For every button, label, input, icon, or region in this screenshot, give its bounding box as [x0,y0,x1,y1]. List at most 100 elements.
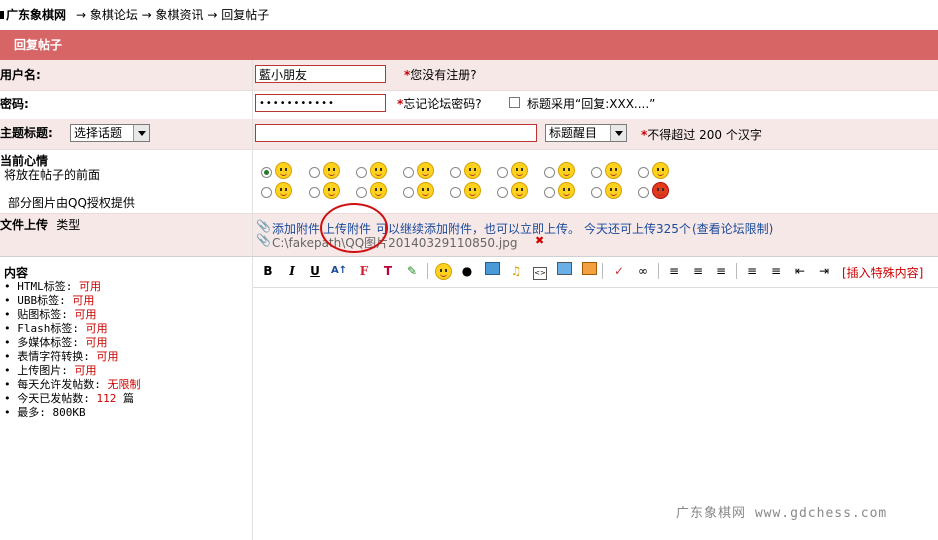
indent-icon[interactable]: ⇥ [815,262,833,280]
mood-radio[interactable] [450,187,461,198]
username-input[interactable] [255,65,386,83]
font-color-icon[interactable]: T [379,262,397,280]
content-info-item: • 今天已发帖数: 112 篇 [4,392,141,406]
mood-emoticon-icon [605,182,622,199]
watermark: 广东象棋网 www.gdchess.com [676,506,888,521]
content-info-label: 多媒体标签: [17,336,79,349]
highlight-icon[interactable]: ✎ [403,262,421,280]
bullet-icon: • [4,392,18,405]
subject-input[interactable] [255,124,537,142]
attached-file-path: C:\fakepath\QQ图片20140329110850.jpg [272,236,518,250]
breadcrumb: 广东象棋网 → 象棋论坛 → 象棋资讯 → 回复帖子 [0,0,938,30]
underline-icon[interactable]: U [306,262,324,280]
font-size-icon[interactable]: F [355,262,373,280]
image-icon[interactable] [483,262,501,280]
mood-radio[interactable] [356,187,367,198]
bullet-icon: • [4,308,18,321]
breadcrumb-path[interactable]: → 象棋论坛 → 象棋资讯 → 回复帖子 [76,0,269,30]
mood-radio[interactable] [591,167,602,178]
content-info-value: 可用 [74,364,97,377]
mood-emoticon-icon [464,182,481,199]
outdent-icon[interactable]: ⇤ [791,262,809,280]
delete-file-icon[interactable]: ✖ [535,234,544,247]
mood-emoticon-icon [652,162,669,179]
bold-icon[interactable]: B [259,262,277,280]
bullet-icon: • [4,378,18,391]
html-code-icon[interactable]: <> [531,262,549,280]
content-info-label: 今天已发帖数: [17,392,90,405]
mood-emoticon-icon [323,182,340,199]
mood-radio[interactable] [403,167,414,178]
content-info-label: 每天允许发帖数: [17,378,101,391]
media-icon[interactable] [555,262,573,280]
mood-radio[interactable] [403,187,414,198]
mood-emoticon-icon [370,182,387,199]
mood-desc-1: 将放在帖子的前面 [4,168,101,182]
table-icon[interactable] [580,262,598,280]
mood-emoticon-icon [511,162,528,179]
unordered-list-icon[interactable]: ≡ [767,262,785,280]
insert-special-content-link[interactable]: [插入特殊内容] [842,264,923,281]
mood-radio[interactable] [544,167,555,178]
mood-radio[interactable] [497,167,508,178]
upload-quota: 今天还可上传325个 [584,222,691,236]
mood-radio[interactable] [261,167,272,178]
content-info-label: 最多: [17,406,46,419]
mood-radio[interactable] [450,167,461,178]
editor-textarea[interactable] [253,288,938,508]
content-title: 内容 [4,266,29,280]
font-face-icon[interactable]: A↑ [330,262,348,280]
content-info-value: 可用 [96,350,119,363]
align-right-icon[interactable]: ≡ [712,262,730,280]
mood-radio[interactable] [261,187,272,198]
title-highlight-select[interactable]: 标题醒目 [545,124,627,142]
password-input[interactable] [255,94,386,112]
italic-icon[interactable]: I [283,262,301,280]
content-info-item: • HTML标签: 可用 [4,280,141,294]
content-info-value: 800KB [52,406,86,419]
people-icon[interactable]: ● [458,262,476,280]
password-note: *忘记论坛密码? [397,97,482,111]
content-info-label: 表情字符转换: [17,350,90,363]
align-center-icon[interactable]: ≡ [689,262,707,280]
upload-label: 文件上传 [0,218,49,232]
breadcrumb-site[interactable]: 广东象棋网 [6,0,66,30]
content-info-value: 可用 [85,322,108,335]
mood-emoticon-icon [558,162,575,179]
content-info-item: • 每天允许发帖数: 无限制 [4,378,141,392]
content-info-item: • 多媒体标签: 可用 [4,336,141,350]
content-info-value: 112 [96,392,117,405]
content-info-label: UBB标签: [17,294,66,307]
paperclip-icon: 📎 [256,219,271,233]
music-icon[interactable]: ♫ [507,262,525,280]
mood-radio[interactable] [638,167,649,178]
link-icon[interactable]: ∞ [634,262,652,280]
content-info-label: HTML标签: [17,280,73,293]
mood-radio[interactable] [309,187,320,198]
reply-title-checkbox[interactable] [509,97,520,108]
emoticon-icon[interactable] [435,263,452,280]
content-info-value: 可用 [74,308,97,321]
mood-radio[interactable] [591,187,602,198]
mood-label-cell: 当前心情 将放在帖子的前面 部分图片由QQ授权提供 [0,150,252,213]
subject-note: *不得超过 200 个汉字 [641,128,762,142]
content-info-value: 无限制 [107,378,141,391]
paint-icon[interactable]: ✓ [610,262,628,280]
password-label: 密码: [0,97,29,111]
content-info-item: • 上传图片: 可用 [4,364,141,378]
forum-limit-link[interactable]: (查看论坛限制) [692,220,773,237]
mood-radio[interactable] [544,187,555,198]
annotation-circle [320,203,388,253]
reply-title-checkbox-label: 标题采用“回复:XXX....” [527,97,656,111]
content-info-item: • 最多: 800KB [4,406,141,420]
ordered-list-icon[interactable]: ≡ [743,262,761,280]
mood-radio[interactable] [497,187,508,198]
mood-radio[interactable] [638,187,649,198]
content-info-item: • 表情字符转换: 可用 [4,350,141,364]
content-info-list: • HTML标签: 可用 • UBB标签: 可用 • 贴图标签: 可用 • Flash… [4,280,141,420]
mood-radio[interactable] [309,167,320,178]
align-left-icon[interactable]: ≡ [665,262,683,280]
mood-radio[interactable] [356,167,367,178]
topic-select[interactable]: 选择话题 [70,124,150,142]
mood-emoticon-icon [464,162,481,179]
